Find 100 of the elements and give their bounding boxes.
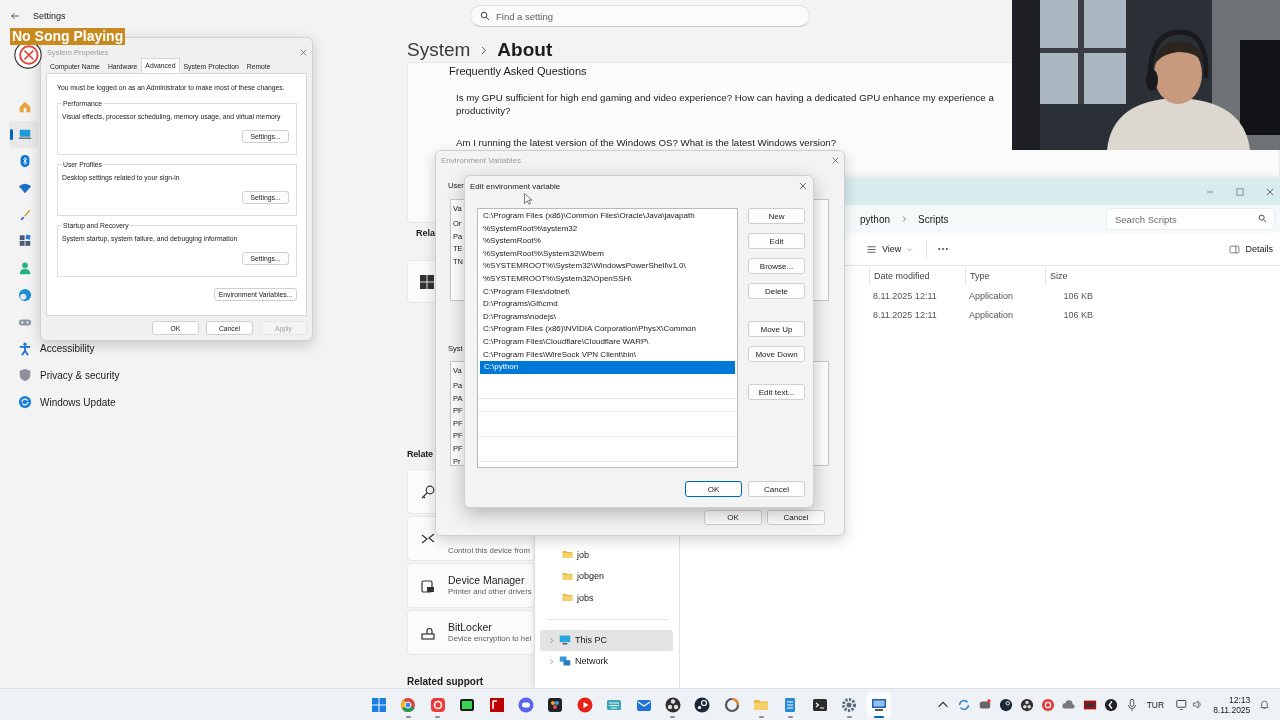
details-button[interactable]: Details [1226,241,1276,257]
color-dots-icon [547,696,564,713]
column-header[interactable]: Size [1045,266,1095,286]
card-title: BitLocker [448,621,492,633]
dark-circle-icon [664,696,681,713]
close-icon[interactable] [831,155,840,165]
faq-question[interactable]: Am I running the latest version of the Windows OS? What is the latest Windows version? [456,136,837,149]
nav-item[interactable]: Privacy & security [9,361,126,389]
clock[interactable]: 12:13 8.11.2025 [1213,694,1251,715]
dark-circle-icon[interactable] [998,697,1013,712]
folder-icon [562,592,573,604]
person-icon [18,261,32,276]
terminal-icon [811,696,828,713]
table-cell-text: 106 KB [1062,290,1094,301]
brush-icon [18,207,32,222]
details-pane-icon [1229,243,1241,255]
side-button[interactable]: New [748,208,805,224]
dark-circle-icon [694,696,711,713]
list-item[interactable]: D:\Programs\Git\cmd [479,298,736,311]
chevron-right-icon [900,215,909,223]
square-app-icon [488,696,505,713]
taskbar-button[interactable] [866,691,891,718]
record-icon[interactable] [1040,697,1055,712]
grid-logo-icon [420,274,434,289]
side-button[interactable]: Browse... [748,258,805,274]
search-field[interactable]: Find a setting [470,5,810,27]
close-icon[interactable] [299,48,308,57]
computer-icon [870,696,887,713]
app-title: Settings [33,11,66,21]
side-button[interactable]: Delete [748,283,805,299]
laptop-icon [18,127,32,142]
play-icon [576,696,593,713]
circle-icon[interactable] [1103,697,1118,712]
speaker-icon[interactable] [1192,699,1204,710]
screen-icon [459,696,476,713]
folder-icon [562,570,573,582]
chat-bubble-icon [517,696,534,713]
section-heading: Related support [407,675,484,688]
apps-icon [18,234,32,249]
nav-item[interactable]: Network [540,650,673,672]
computer-icon [559,634,571,646]
dialog-button[interactable]: Cancel [748,481,805,497]
close-icon[interactable] [1265,186,1275,197]
nav-item[interactable]: jobgen [540,565,673,587]
table-cell-text: 106 KB [1062,309,1094,320]
monitor-icon[interactable] [1176,698,1189,711]
chat-icon[interactable] [977,697,992,712]
side-button[interactable]: Edit text... [748,384,805,400]
search-icon [480,11,490,21]
window-title: Edit environment variable [470,181,561,191]
column-header[interactable]: Date modified [869,266,965,286]
back-arrow-icon[interactable] [10,11,20,21]
dialog-button[interactable]: Cancel [767,510,825,525]
settings-icon [841,696,858,713]
dialog-button[interactable]: OK [704,510,762,525]
side-button[interactable]: Edit [748,233,805,249]
nav-item[interactable]: Windows Update [9,388,122,416]
faq-question[interactable]: Is my GPU sufficient for high end gaming and video experience? How can having a dedicated GPU enhance my experience a productivity? [456,91,994,117]
table-cell-text: Application [968,290,1015,301]
nav-item[interactable]: Accessibility [9,335,101,362]
search-field[interactable]: Search Scripts [1106,208,1275,230]
list-item[interactable]: %SYSTEMROOT%\System32\WindowsPowerShell\v1.0\ [479,260,736,273]
list-item[interactable]: C:\Program Files (x86)\NVIDIA Corporation\PhysX\Common [479,323,736,336]
table-cell-text: 8.11.2025 12:11 [872,309,938,320]
side-button[interactable]: Move Down [748,346,805,362]
dark-circle-icon[interactable] [1019,697,1034,712]
nav-item[interactable]: job [540,544,673,566]
nav-item[interactable]: jobs [540,587,673,609]
ring-icon [723,696,740,713]
card-title: Device Manager [448,574,525,586]
view-button[interactable]: View [863,241,917,257]
section-heading: Rela [415,227,435,240]
shield-icon [18,368,32,383]
breadcrumb-item[interactable]: Scripts [918,213,949,225]
chevron-right-icon [548,636,555,644]
column-header[interactable]: Type [965,266,1045,286]
bluetooth-icon [18,154,32,168]
list-item[interactable]: C:\Program Files (x86)\Common Files\Oracle\Java\javapath [479,210,736,223]
sync-icon[interactable] [956,697,971,712]
home-icon [18,100,32,115]
section-heading: Relate [407,448,433,461]
close-icon[interactable] [798,181,808,191]
dialog-button[interactable]: OK [685,481,742,497]
nav-item[interactable]: This PC [540,629,673,651]
cloud-icon[interactable] [1061,697,1076,712]
network-icon [559,655,571,667]
folder-icon [562,549,573,561]
nav-item[interactable] [9,120,38,148]
accessibility-icon [18,341,32,356]
update-icon [18,395,32,410]
chevron-right-icon [548,657,555,665]
side-button[interactable]: Move Up [748,321,805,337]
breadcrumb-item[interactable]: System [407,39,471,61]
table-cell-text: 8.11.2025 12:11 [872,290,938,301]
list-item[interactable]: C:\python [480,361,735,374]
breadcrumb-item[interactable]: python [860,213,891,225]
list-item[interactable]: %SystemRoot% [479,235,736,248]
bell-icon[interactable] [1259,699,1271,710]
cursor-icon [523,193,535,205]
language-indicator[interactable]: TUR [1146,699,1165,710]
